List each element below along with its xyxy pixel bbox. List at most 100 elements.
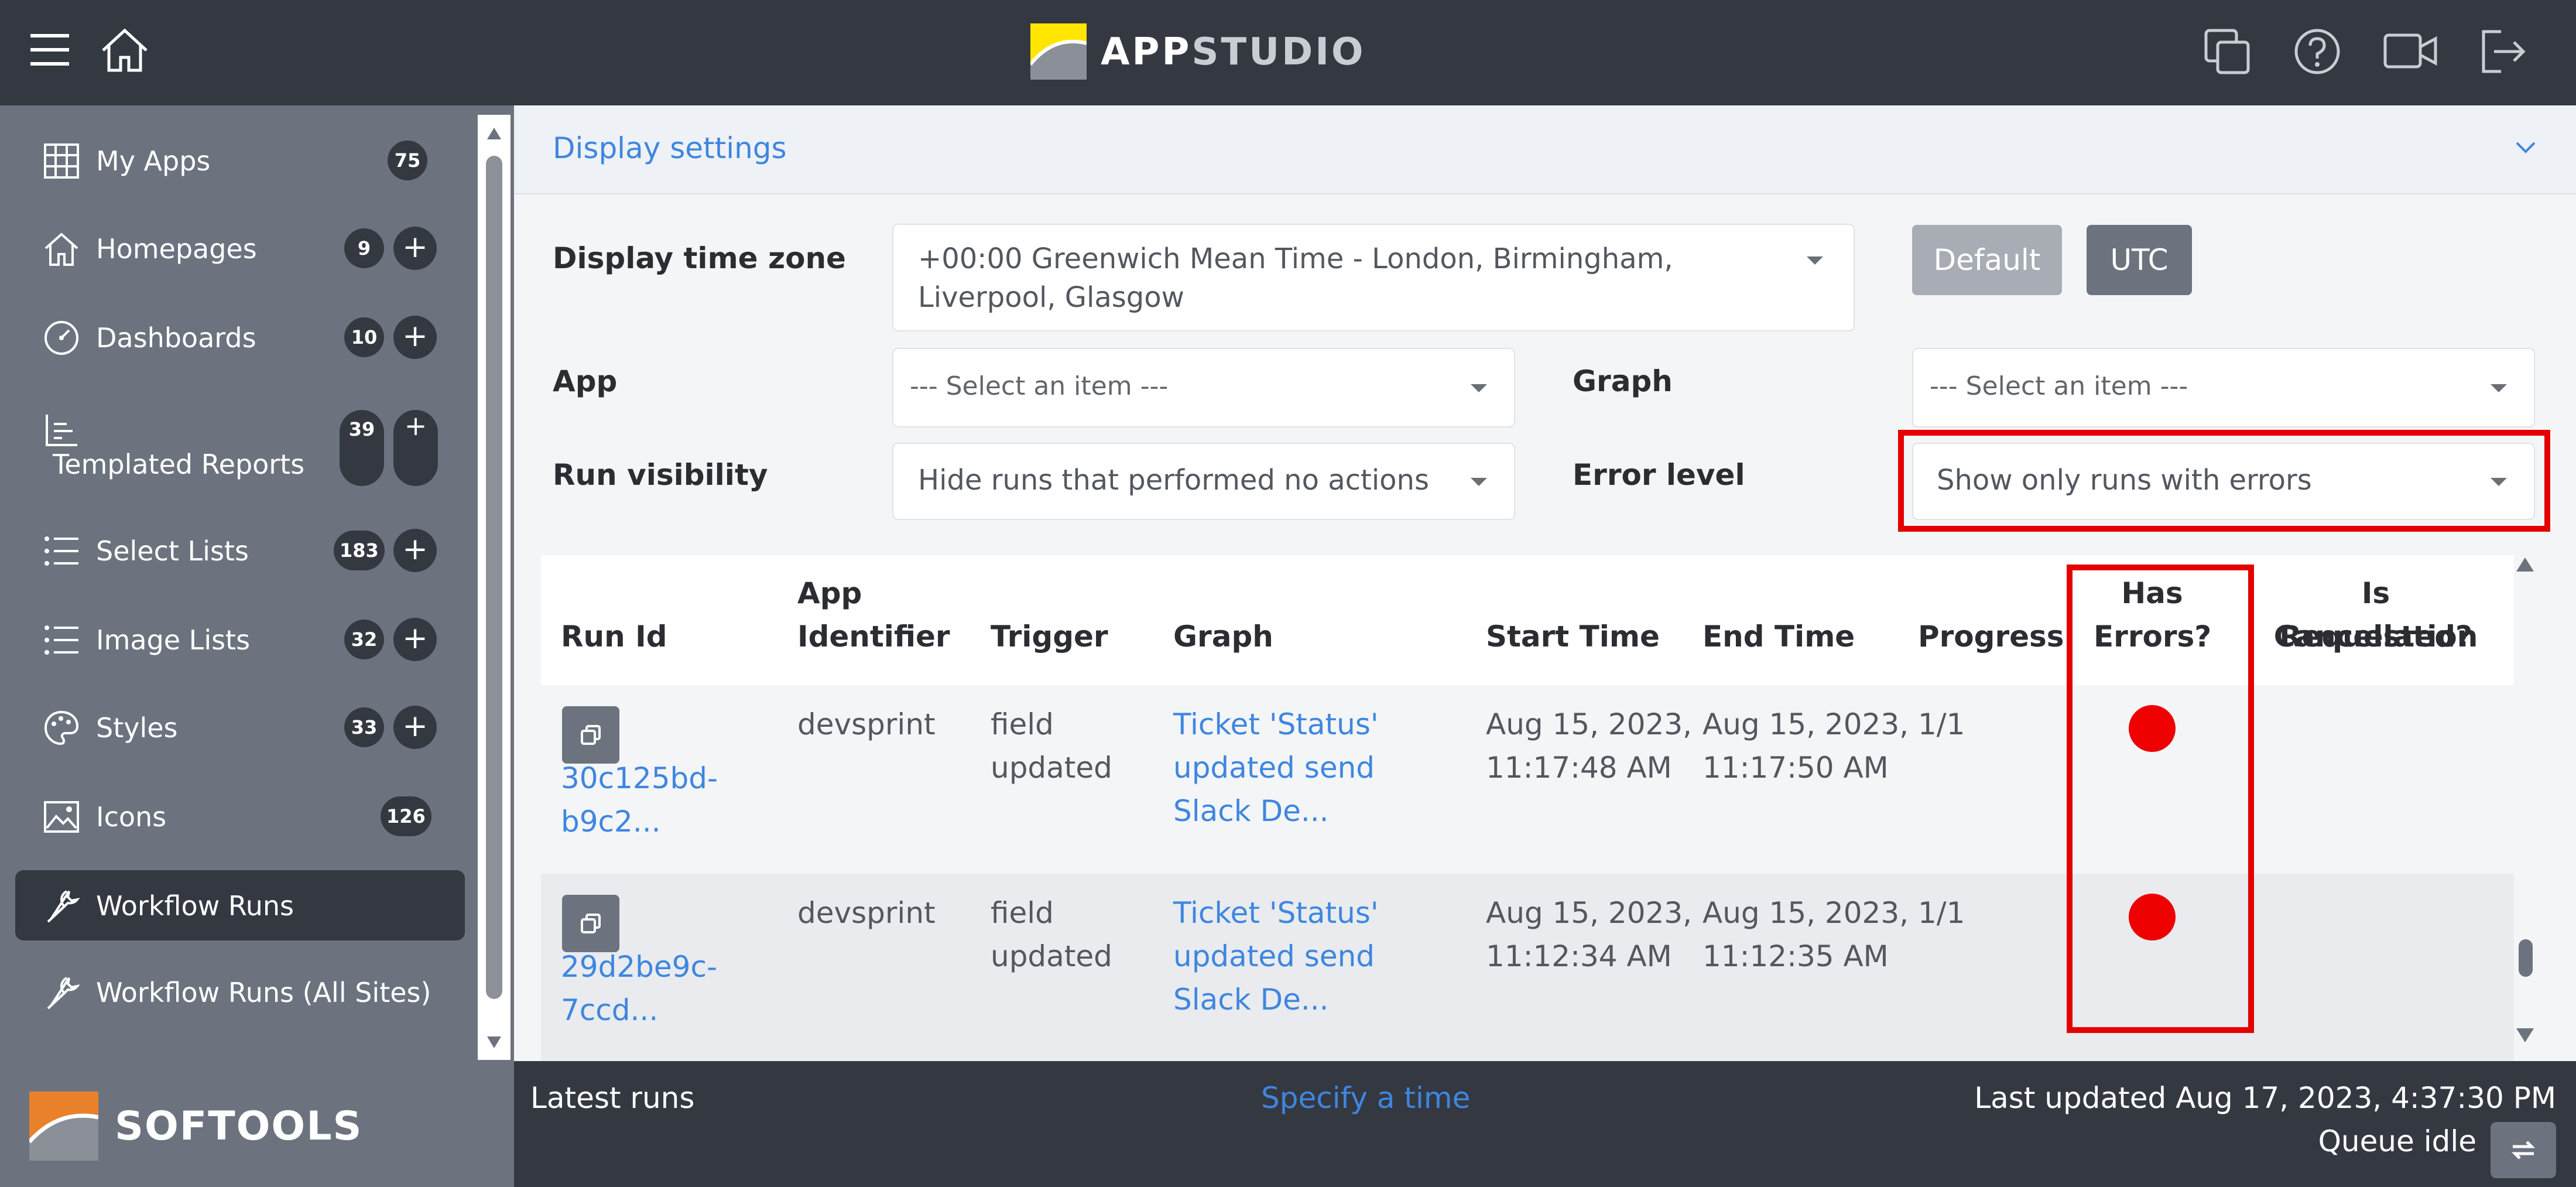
sidebar-item-templated-reports[interactable]: Templated Reports 39 +	[15, 395, 465, 498]
wrench-icon	[47, 977, 80, 1010]
add-select-list-button[interactable]: +	[393, 529, 437, 572]
run-visibility-value: Hide runs that performed no actions	[918, 464, 1429, 497]
sidebar-scroll-thumb[interactable]	[486, 156, 502, 999]
bottom-status-bar: Latest runs Specify a time Last updated …	[514, 1061, 2576, 1187]
sidebar-item-workflow-runs[interactable]: Workflow Runs	[15, 870, 465, 940]
end-time-line1: Aug 15, 2023,	[1703, 896, 1909, 930]
col-app-identifier-line1[interactable]: App	[797, 572, 862, 615]
softools-brand-text: SOFTOOLS	[115, 1103, 363, 1150]
graph-link-line3[interactable]: Slack De...	[1173, 978, 1329, 1021]
home-icon[interactable]	[100, 27, 150, 74]
add-homepage-button[interactable]: +	[393, 227, 437, 270]
sidebar-item-label: Image Lists	[96, 624, 251, 656]
count-badge: 75	[388, 141, 427, 180]
app-identifier: devsprint	[797, 896, 936, 930]
add-style-button[interactable]: +	[393, 706, 437, 749]
softools-logo-icon	[29, 1092, 98, 1161]
run-visibility-label: Run visibility	[553, 458, 768, 492]
trigger-line1: field	[991, 707, 1054, 741]
count-badge: 126	[381, 796, 431, 836]
scroll-down-arrow-icon[interactable]	[486, 1035, 502, 1049]
sidebar-item-label: Workflow Runs	[96, 890, 294, 922]
run-visibility-select[interactable]: Hide runs that performed no actions	[892, 443, 1515, 520]
timezone-select[interactable]: +00:00 Greenwich Mean Time - London, Bir…	[892, 224, 1855, 331]
sidebar-item-homepages[interactable]: Homepages 9 +	[15, 213, 465, 283]
col-run-id[interactable]: Run Id	[561, 615, 667, 658]
display-settings-title[interactable]: Display settings	[553, 131, 787, 165]
sidebar-item-select-lists[interactable]: Select Lists 183 +	[15, 515, 465, 586]
scroll-up-arrow-icon[interactable]	[2515, 556, 2535, 573]
caret-down-icon	[2491, 384, 2507, 392]
scroll-up-arrow-icon[interactable]	[486, 126, 502, 141]
main-panel: Display settings Display time zone +00:0…	[514, 105, 2576, 1062]
appstudio-logo-icon	[1030, 23, 1087, 80]
add-report-button[interactable]: +	[393, 410, 438, 486]
progress-value: 1/1	[1918, 896, 1965, 930]
sidebar-item-my-apps[interactable]: My Apps 75	[15, 125, 465, 196]
start-time-line2: 11:12:34 AM	[1486, 939, 1672, 973]
scroll-down-arrow-icon[interactable]	[2515, 1027, 2535, 1044]
graph-link-line3[interactable]: Slack De...	[1173, 789, 1329, 833]
default-timezone-button[interactable]: Default	[1912, 225, 2062, 295]
video-icon[interactable]	[2383, 30, 2439, 71]
add-image-list-button[interactable]: +	[393, 618, 437, 661]
col-app-identifier-line2[interactable]: Identifier	[797, 615, 950, 658]
help-icon[interactable]	[2293, 27, 2342, 76]
error-level-label: Error level	[1573, 458, 1745, 492]
run-id-link-line1[interactable]: 30c125bd-	[561, 757, 718, 800]
graph-link-line1[interactable]: Ticket 'Status'	[1173, 891, 1379, 935]
graph-link-line2[interactable]: updated send	[1173, 935, 1375, 978]
sidebar-item-dashboards[interactable]: Dashboards 10 +	[15, 302, 465, 372]
graph-link-line2[interactable]: updated send	[1173, 746, 1375, 789]
copy-run-id-button[interactable]	[562, 895, 619, 952]
sidebar-item-icons[interactable]: Icons 126	[15, 781, 465, 851]
trigger-line2: updated	[991, 751, 1112, 785]
sidebar-scrollbar[interactable]	[478, 115, 511, 1060]
app-select[interactable]: --- Select an item ---	[892, 348, 1515, 427]
menu-icon[interactable]	[29, 29, 70, 70]
chevron-down-icon[interactable]	[2515, 141, 2536, 155]
col-progress[interactable]: Progress	[1918, 615, 2064, 658]
refresh-button[interactable]	[2491, 1122, 2556, 1178]
sidebar-item-label: Homepages	[96, 233, 257, 265]
copy-run-id-button[interactable]	[562, 706, 619, 764]
sidebar-item-workflow-runs-all-sites[interactable]: Workflow Runs (All Sites)	[15, 957, 465, 1027]
add-dashboard-button[interactable]: +	[393, 316, 437, 359]
gauge-icon	[44, 321, 78, 355]
run-id-link-line2[interactable]: b9c2...	[561, 800, 661, 843]
sidebar-item-label: Workflow Runs (All Sites)	[96, 977, 431, 1008]
brand-name: APPSTUDIO	[1101, 30, 1365, 74]
col-cancellation-line2[interactable]: Requested?	[2259, 615, 2493, 658]
display-settings-header[interactable]: Display settings	[514, 105, 2576, 194]
graph-link-line1[interactable]: Ticket 'Status'	[1173, 703, 1379, 746]
col-trigger[interactable]: Trigger	[991, 615, 1108, 658]
app-label: App	[553, 364, 618, 398]
start-time-line1: Aug 15, 2023,	[1486, 707, 1693, 741]
trigger-line2: updated	[991, 939, 1112, 973]
copy-window-icon[interactable]	[2202, 27, 2252, 76]
run-id-link-line1[interactable]: 29d2be9c-	[561, 945, 717, 988]
table-scroll-thumb[interactable]	[2519, 939, 2533, 977]
highlight-has-errors-column	[2067, 565, 2254, 1033]
table-scrollbar[interactable]	[2507, 556, 2542, 1054]
run-id-link-line2[interactable]: 7ccd...	[561, 988, 658, 1032]
specify-time-link[interactable]: Specify a time	[1261, 1081, 1470, 1115]
sidebar-item-styles[interactable]: Styles 33 +	[15, 692, 465, 762]
sidebar-item-label: Icons	[96, 801, 167, 833]
wrench-icon	[47, 890, 80, 923]
grid-icon	[44, 143, 79, 179]
graph-select[interactable]: --- Select an item ---	[1912, 348, 2535, 427]
col-graph[interactable]: Graph	[1173, 615, 1273, 658]
app-placeholder: --- Select an item ---	[910, 371, 1169, 401]
sidebar-item-image-lists[interactable]: Image Lists 32 +	[15, 604, 465, 675]
end-time-line2: 11:17:50 AM	[1703, 751, 1889, 785]
utc-timezone-button[interactable]: UTC	[2087, 225, 2192, 295]
col-start-time[interactable]: Start Time	[1486, 615, 1660, 658]
col-end-time[interactable]: End Time	[1703, 615, 1855, 658]
latest-runs-label[interactable]: Latest runs	[530, 1081, 694, 1115]
caret-down-icon	[1807, 256, 1823, 265]
count-badge: 9	[344, 228, 384, 268]
logout-icon[interactable]	[2478, 28, 2528, 75]
last-updated-text: Last updated Aug 17, 2023, 4:37:30 PM	[1974, 1081, 2556, 1115]
count-badge: 33	[344, 707, 384, 747]
